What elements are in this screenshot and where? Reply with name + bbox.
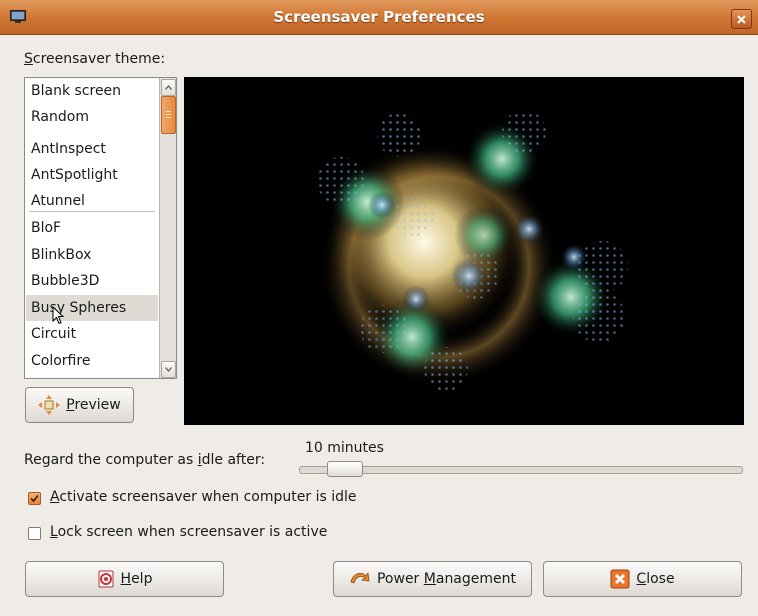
theme-item-random[interactable]: Random (26, 104, 158, 130)
preview-icon (38, 395, 61, 415)
theme-item-antspotlight[interactable]: AntSpotlight (26, 162, 158, 188)
checkmark-icon (30, 494, 39, 503)
power-management-label: Power Management (376, 571, 517, 587)
help-icon (98, 570, 114, 588)
power-management-button[interactable]: Power Management (333, 561, 532, 597)
close-button-label: Close (636, 571, 675, 587)
scroll-up-icon (165, 85, 172, 90)
scroll-down-icon (165, 367, 172, 372)
theme-item-busy-spheres[interactable]: Busy Spheres (26, 295, 158, 321)
theme-item-atunnel[interactable]: Atunnel (26, 188, 158, 214)
lock-screen-label[interactable]: Lock screen when screensaver is active (50, 524, 327, 540)
title-bar: Screensaver Preferences (0, 0, 758, 35)
idle-delay-label: Regard the computer as idle after: (24, 452, 266, 468)
theme-list[interactable]: Blank screen Random AntInspect AntSpotli… (24, 77, 177, 379)
mouse-cursor-icon (52, 306, 65, 325)
idle-delay-slider-handle[interactable] (327, 461, 363, 477)
preview-button-label: Preview (66, 397, 121, 413)
theme-item-bubble3d[interactable]: Bubble3D (26, 268, 158, 294)
lock-screen-checkbox[interactable] (28, 527, 41, 540)
theme-item-colorfire[interactable]: Colorfire (26, 348, 158, 374)
screensaver-preview (184, 77, 744, 425)
theme-list-scrollbar[interactable] (159, 78, 176, 378)
close-icon (610, 569, 630, 589)
scrollbar-thumb[interactable] (161, 96, 176, 134)
help-button-label: Help (120, 571, 153, 587)
theme-item-circuit[interactable]: Circuit (26, 321, 158, 347)
busy-spheres-preview-image (317, 110, 628, 391)
activate-screensaver-label[interactable]: Activate screensaver when computer is id… (50, 489, 357, 505)
theme-item-blank-screen[interactable]: Blank screen (26, 78, 158, 104)
preview-button[interactable]: Preview (25, 387, 134, 423)
scroll-down-button[interactable] (161, 361, 176, 378)
idle-delay-slider[interactable] (299, 466, 743, 474)
screensaver-theme-label: Screensaver theme: (24, 51, 166, 67)
window-close-icon (737, 14, 746, 24)
activate-screensaver-checkbox[interactable] (28, 492, 41, 505)
window-close-button[interactable] (731, 9, 752, 29)
window-title: Screensaver Preferences (273, 8, 485, 26)
close-button[interactable]: Close (543, 561, 742, 597)
power-icon (350, 571, 370, 584)
help-button[interactable]: Help (25, 561, 224, 597)
theme-item-blof[interactable]: BloF (26, 215, 158, 241)
scroll-up-button[interactable] (161, 79, 176, 96)
theme-item-blinkbox[interactable]: BlinkBox (26, 242, 158, 268)
theme-item-antinspect[interactable]: AntInspect (26, 136, 158, 162)
idle-delay-value: 10 minutes (305, 440, 384, 456)
